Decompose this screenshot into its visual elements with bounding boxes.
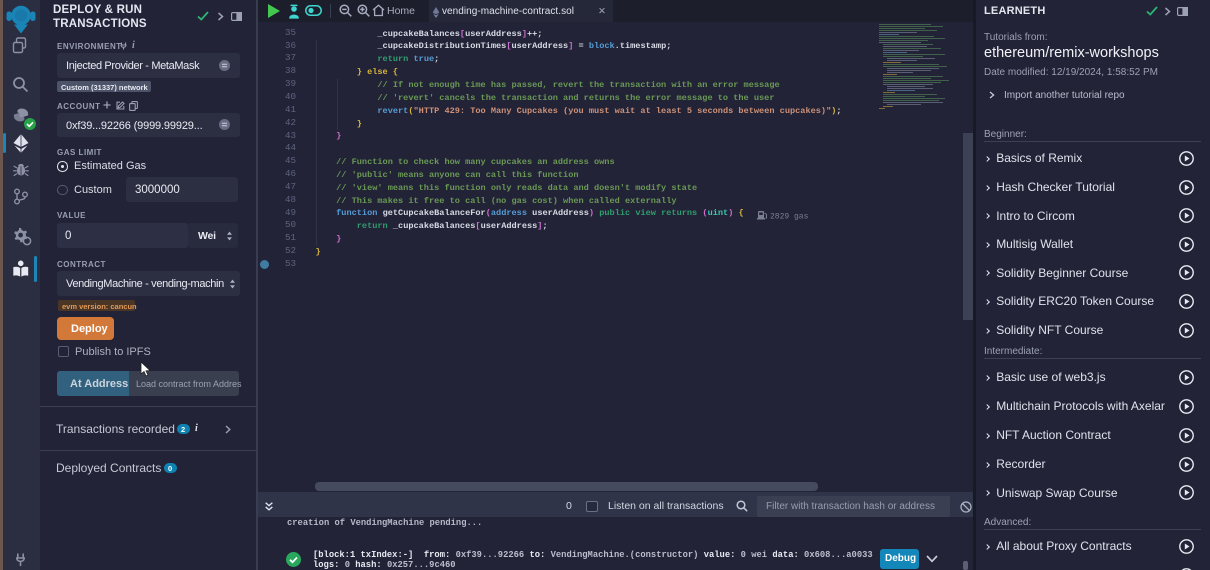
- svg-text:2829 gas: 2829 gas: [770, 212, 809, 220]
